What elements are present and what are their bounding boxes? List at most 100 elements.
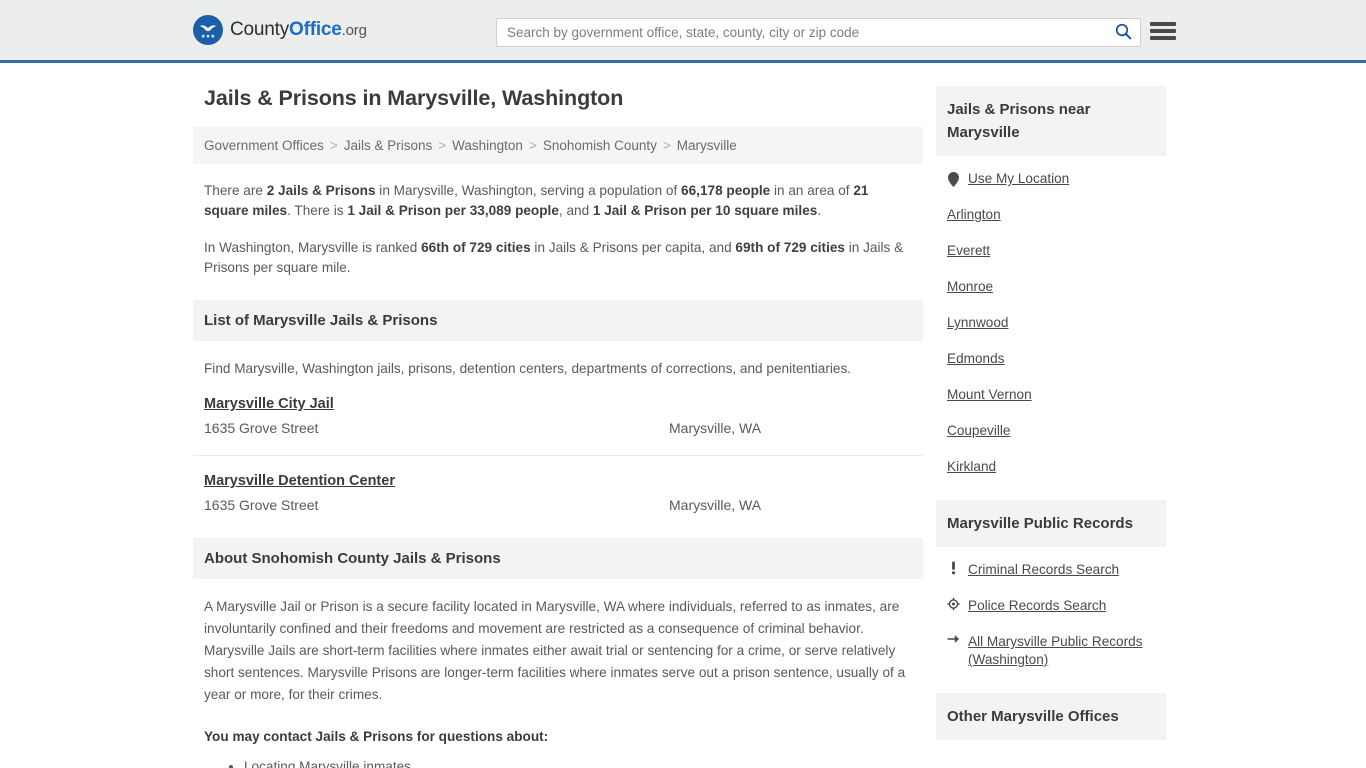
intro-p1-run-0: There are (204, 183, 267, 198)
hamburger-bar-2 (1150, 29, 1176, 33)
about-section-heading: About Snohomish County Jails & Prisons (193, 538, 923, 579)
nearby-city-row[interactable]: Edmonds (947, 340, 1155, 376)
logo-text-org: .org (341, 22, 367, 39)
sidebar: Jails & Prisons near Marysville Use My L… (936, 63, 1166, 768)
list-section-heading: List of Marysville Jails & Prisons (193, 300, 923, 341)
breadcrumb-separator: > (438, 138, 447, 153)
use-my-location-row[interactable]: Use My Location (947, 160, 1155, 196)
breadcrumb-separator: > (329, 138, 338, 153)
use-my-location-link[interactable]: Use My Location (968, 170, 1069, 188)
site-logo[interactable]: CountyOffice.org (193, 15, 367, 45)
intro-p1-run-2: in Marysville, Washington, serving a pop… (375, 183, 682, 198)
listing-name-link[interactable]: Marysville Detention Center (204, 473, 395, 489)
nearby-city-row[interactable]: Monroe (947, 268, 1155, 304)
search-button[interactable] (1106, 19, 1140, 46)
breadcrumb-separator: > (528, 138, 537, 153)
public-records-link-row[interactable]: Police Records Search (947, 587, 1155, 623)
nearby-city-row[interactable]: Mount Vernon (947, 376, 1155, 412)
page-body: Jails & Prisons in Marysville, Washingto… (0, 63, 1366, 768)
public-records-link[interactable]: All Marysville Public Records (Washingto… (968, 633, 1155, 669)
public-records-link[interactable]: Police Records Search (968, 597, 1106, 615)
intro-p2-run-1: 66th of 729 cities (421, 240, 531, 255)
list-section-body: Find Marysville, Washington jails, priso… (193, 359, 923, 379)
breadcrumb-item-jails-prisons[interactable]: Jails & Prisons (344, 138, 433, 153)
breadcrumb-item-marysville[interactable]: Marysville (677, 138, 737, 153)
nearby-city-link-edmonds[interactable]: Edmonds (947, 350, 1004, 368)
intro-block: There are 2 Jails & Prisons in Marysvill… (193, 181, 923, 278)
hamburger-menu-icon[interactable] (1150, 20, 1176, 42)
intro-p1-run-7: 1 Jail & Prison per 33,089 people (347, 203, 559, 218)
intro-p1-run-1: 2 Jails & Prisons (266, 183, 376, 198)
nearby-card-body: Use My Location Arlington Everett Monroe Ly… (936, 156, 1166, 484)
intro-p1-run-4: in an area of (770, 183, 854, 198)
nearby-city-row[interactable]: Arlington (947, 196, 1155, 232)
nearby-city-row[interactable]: Kirkland (947, 448, 1155, 484)
nearby-city-link-mount-vernon[interactable]: Mount Vernon (947, 386, 1032, 404)
list-section-lead: Find Marysville, Washington jails, priso… (204, 361, 852, 376)
public-records-link[interactable]: Criminal Records Search (968, 561, 1119, 579)
breadcrumb-item-washington[interactable]: Washington (452, 138, 523, 153)
intro-p1-run-6: . There is (287, 203, 348, 218)
search-input[interactable] (497, 19, 1106, 46)
nearby-city-row[interactable]: Coupeville (947, 412, 1155, 448)
nearby-city-link-lynnwood[interactable]: Lynnwood (947, 314, 1008, 332)
nearby-city-row[interactable]: Everett (947, 232, 1155, 268)
listing-address: 1635 Grove Street (204, 497, 319, 513)
listing-address: 1635 Grove Street (204, 420, 319, 436)
listing-details-row: 1635 Grove Street Marysville, WA (204, 417, 912, 439)
nearby-city-link-coupeville[interactable]: Coupeville (947, 422, 1010, 440)
main-column: Jails & Prisons in Marysville, Washingto… (193, 63, 923, 768)
page-title: Jails & Prisons in Marysville, Washingto… (204, 86, 624, 110)
logo-text-office: Office (289, 19, 342, 40)
listing-item: Marysville City Jail 1635 Grove Street Mar… (193, 379, 923, 439)
intro-p2-run-3: 69th of 729 cities (735, 240, 845, 255)
listing-item: Marysville Detention Center 1635 Grove St… (193, 455, 923, 516)
intro-p1-run-8: , and (558, 203, 593, 218)
site-logo-text: CountyOffice.org (230, 19, 367, 41)
listing-city-state: Marysville, WA (669, 420, 762, 436)
nearby-city-link-kirkland[interactable]: Kirkland (947, 458, 996, 476)
breadcrumb-separator: > (662, 138, 671, 153)
nearby-city-row[interactable]: Lynnwood (947, 304, 1155, 340)
contact-topics-list: Locating Marysville inmatesFinding out w… (204, 757, 912, 768)
about-section-body: A Marysville Jail or Prison is a secure … (193, 596, 923, 768)
nearby-city-link-everett[interactable]: Everett (947, 242, 990, 260)
breadcrumb-item-snohomish-county[interactable]: Snohomish County (543, 138, 657, 153)
listing-city-state: Marysville, WA (669, 497, 762, 513)
nearby-city-link-arlington[interactable]: Arlington (947, 206, 1001, 224)
hamburger-bar-3 (1150, 36, 1176, 40)
exclamation-icon (947, 561, 960, 575)
jail-listings: Marysville City Jail 1635 Grove Street Mar… (193, 379, 923, 516)
intro-p1-run-3: 66,178 people (681, 183, 771, 198)
about-paragraph: A Marysville Jail or Prison is a secure … (204, 599, 906, 702)
nearby-city-link-monroe[interactable]: Monroe (947, 278, 993, 296)
intro-p2-run-0: In Washington, Marysville is ranked (204, 240, 422, 255)
arrow-right-icon (947, 633, 960, 645)
intro-p1-run-10: . (817, 203, 822, 218)
site-header: CountyOffice.org (0, 0, 1366, 63)
breadcrumb-item-government-offices[interactable]: Government Offices (204, 138, 324, 153)
search-bar[interactable] (496, 18, 1141, 47)
contact-topic-item: Locating Marysville inmates (244, 757, 912, 768)
logo-text-county: County (230, 19, 290, 40)
contact-intro: You may contact Jails & Prisons for ques… (204, 729, 549, 744)
intro-paragraph-2: In Washington, Marysville is ranked 66th… (204, 238, 912, 278)
public-records-link-row[interactable]: All Marysville Public Records (Washingto… (947, 623, 1155, 677)
public-records-card-body: Criminal Records Search Police Records Se… (936, 547, 1166, 677)
nearby-card-heading: Jails & Prisons near Marysville (936, 86, 1166, 156)
listing-name-link[interactable]: Marysville City Jail (204, 396, 334, 412)
other-offices-card-heading: Other Marysville Offices (936, 693, 1166, 740)
nearby-cities-list: Arlington Everett Monroe Lynnwood Edmonds Mou… (947, 196, 1155, 484)
public-records-link-row[interactable]: Criminal Records Search (947, 551, 1155, 587)
hamburger-bar-1 (1150, 22, 1176, 26)
eagle-shield-logo-icon (193, 15, 223, 45)
content-container: Jails & Prisons in Marysville, Washingto… (193, 63, 1183, 768)
public-records-card-heading: Marysville Public Records (936, 500, 1166, 547)
public-records-links: Criminal Records Search Police Records Se… (947, 551, 1155, 677)
intro-p1-run-9: 1 Jail & Prison per 10 square miles (592, 203, 818, 218)
intro-p2-run-2: in Jails & Prisons per capita, and (530, 240, 736, 255)
magnifier-icon (1115, 23, 1132, 43)
intro-paragraph-1: There are 2 Jails & Prisons in Marysvill… (204, 181, 912, 221)
